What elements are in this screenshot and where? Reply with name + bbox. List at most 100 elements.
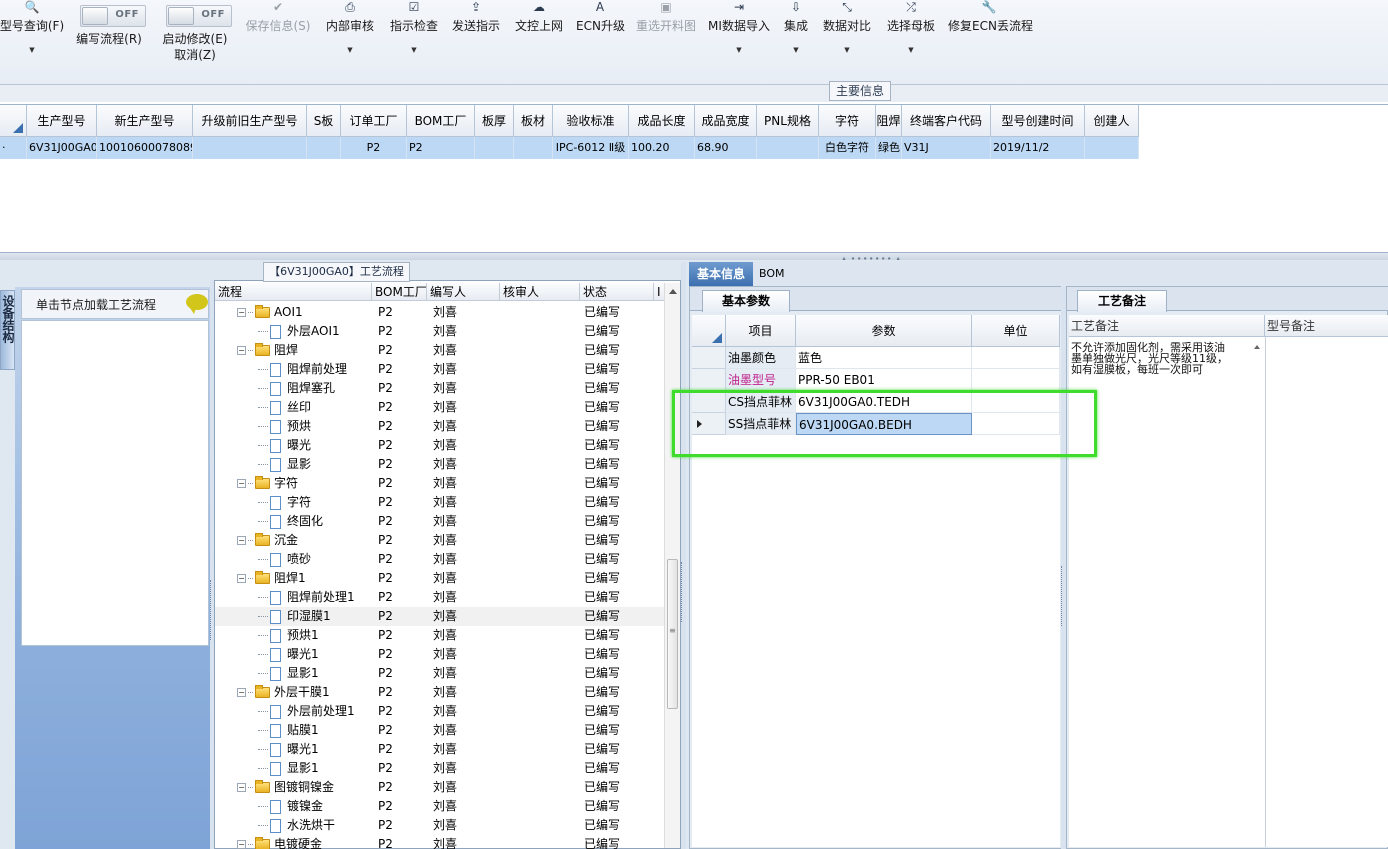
grid-cell[interactable]	[514, 137, 553, 159]
row-indicator[interactable]	[692, 369, 726, 391]
grid-col-header[interactable]: BOM工厂	[407, 105, 475, 137]
tab-basic-info[interactable]: 基本信息	[689, 262, 753, 286]
toggle-knob[interactable]	[82, 7, 108, 25]
grid-cell[interactable]	[1085, 137, 1139, 159]
bp-param-cell[interactable]: 6V31J00GA0.BEDH	[796, 413, 972, 435]
collapse-icon[interactable]: −	[237, 783, 246, 792]
flow-row[interactable]: 显影 P2 刘喜 已编写	[215, 455, 665, 474]
collapse-icon[interactable]: −	[237, 574, 246, 583]
grid-col-header[interactable]: 成品宽度	[695, 105, 757, 137]
flow-row[interactable]: − 字符 P2 刘喜 已编写	[215, 474, 665, 493]
grid-cell[interactable]: 100.20	[629, 137, 695, 159]
dropdown-arrow-icon[interactable]: ▼	[708, 44, 770, 56]
flow-node[interactable]: − 阻焊	[237, 341, 298, 360]
grid-cell[interactable]: 6V31J00GA0	[27, 137, 97, 159]
collapse-icon[interactable]: −	[237, 479, 246, 488]
flow-row[interactable]: 水洗烘干 P2 刘喜 已编写	[215, 816, 665, 835]
grid-cell[interactable]: P2	[407, 137, 475, 159]
bp-row[interactable]: CS挡点菲林 6V31J00GA0.TEDH	[692, 391, 1060, 413]
flow-row[interactable]: 曝光1 P2 刘喜 已编写	[215, 740, 665, 759]
grid-cell[interactable]: 68.90	[695, 137, 757, 159]
grid-col-header[interactable]: 创建人	[1085, 105, 1139, 137]
toolbar-button-13[interactable]: ⤮ 选择母板 ▼	[886, 0, 936, 70]
toolbar-button-4[interactable]: ⎙ 内部审核 ▼	[325, 0, 375, 70]
flow-row[interactable]: 喷砂 P2 刘喜 已编写	[215, 550, 665, 569]
scroll-up-icon[interactable]	[1254, 345, 1260, 349]
remarks-tab[interactable]: 工艺备注	[1077, 290, 1167, 312]
grid-cell[interactable]: 10010600078089	[97, 137, 193, 159]
flow-row[interactable]: 显影1 P2 刘喜 已编写	[215, 664, 665, 683]
grid-col-header[interactable]: 验收标准	[553, 105, 629, 137]
flow-node[interactable]: 终固化	[258, 512, 323, 531]
row-indicator[interactable]	[692, 347, 726, 369]
bp-param-cell[interactable]: PPR-50 EB01	[796, 369, 972, 391]
toolbar-button-14[interactable]: 🔧 修复ECN丢流程	[948, 0, 1033, 70]
bp-col-header[interactable]: 单位	[972, 315, 1060, 347]
collapse-icon[interactable]: −	[237, 840, 246, 849]
toolbar-button-8[interactable]: A ECN升级	[576, 0, 625, 70]
flow-row[interactable]: − 外层干膜1 P2 刘喜 已编写	[215, 683, 665, 702]
grid-col-header[interactable]: 字符	[819, 105, 876, 137]
flow-row[interactable]: 曝光1 P2 刘喜 已编写	[215, 645, 665, 664]
grid-col-header[interactable]: PNL规格	[757, 105, 819, 137]
toggle-knob[interactable]	[168, 7, 194, 25]
grid-col-header[interactable]: 升级前旧生产型号	[193, 105, 307, 137]
flow-row[interactable]: − AOI1 P2 刘喜 已编写	[215, 303, 665, 322]
grid-cell[interactable]: P2	[341, 137, 407, 159]
bp-unit-cell[interactable]	[972, 347, 1060, 369]
grid-cell[interactable]	[193, 137, 307, 159]
flow-node[interactable]: 阻焊塞孔	[258, 379, 335, 398]
flow-row[interactable]: 镀镍金 P2 刘喜 已编写	[215, 797, 665, 816]
flow-row[interactable]: 外层前处理1 P2 刘喜 已编写	[215, 702, 665, 721]
flow-col-header[interactable]: 流程	[215, 283, 372, 300]
toolbar-button-11[interactable]: ⇩ 集成 ▼	[783, 0, 809, 70]
bp-param-cell[interactable]: 6V31J00GA0.TEDH	[796, 391, 972, 413]
flow-row[interactable]: 丝印 P2 刘喜 已编写	[215, 398, 665, 417]
scroll-thumb[interactable]: ≡	[667, 559, 678, 709]
toolbar-button-1[interactable]: OFF 编写流程(R)	[74, 0, 146, 70]
toolbar-button-12[interactable]: ⤡ 数据对比 ▼	[822, 0, 872, 70]
flow-node[interactable]: 显影1	[258, 759, 319, 778]
toolbar-button-5[interactable]: ☑ 指示检查 ▼	[389, 0, 439, 70]
flow-node[interactable]: − AOI1	[237, 303, 303, 322]
flow-row[interactable]: 显影1 P2 刘喜 已编写	[215, 759, 665, 778]
flow-node[interactable]: 阻焊前处理1	[258, 588, 355, 607]
process-remark-text[interactable]: 不允许添加固化剂，需采用该油 墨单独做光尺，光尺等级11级， 如有湿膜板，每班一次即…	[1071, 342, 1253, 375]
toggle-switch[interactable]: OFF	[80, 5, 146, 27]
flow-node[interactable]: 显影1	[258, 664, 319, 683]
grid-col-header[interactable]: 成品长度	[629, 105, 695, 137]
flow-node[interactable]: − 图镀铜镍金	[237, 778, 334, 797]
flow-row[interactable]: − 电镀硬金 P2 刘喜 已编写	[215, 835, 665, 849]
bp-unit-cell[interactable]	[972, 413, 1060, 435]
flow-row[interactable]: 预烘1 P2 刘喜 已编写	[215, 626, 665, 645]
grid-col-header[interactable]: 型号创建时间	[991, 105, 1085, 137]
bp-row[interactable]: 油墨型号 PPR-50 EB01	[692, 369, 1060, 391]
toolbar-button-10[interactable]: ⇥ MI数据导入 ▼	[708, 0, 770, 70]
flow-row[interactable]: 曝光 P2 刘喜 已编写	[215, 436, 665, 455]
grid-col-header[interactable]: 订单工厂	[341, 105, 407, 137]
grid-cell[interactable]: IPC-6012 Ⅱ级	[553, 137, 629, 159]
toolbar-button-0[interactable]: 🔍 型号查询(F) ▼	[0, 0, 68, 70]
bp-unit-cell[interactable]	[972, 369, 1060, 391]
flow-col-header[interactable]: BOM工厂	[372, 283, 427, 300]
grid-col-header[interactable]: 生产型号	[27, 105, 97, 137]
flow-node[interactable]: − 沉金	[237, 531, 298, 550]
flow-col-header[interactable]: 编写人	[427, 283, 500, 300]
flow-row[interactable]: 字符 P2 刘喜 已编写	[215, 493, 665, 512]
grid-col-header[interactable]: 终端客户代码	[902, 105, 991, 137]
flow-col-header[interactable]: 核审人	[500, 283, 580, 300]
scroll-up-icon[interactable]	[669, 289, 677, 294]
bp-row[interactable]: SS挡点菲林 6V31J00GA0.BEDH	[692, 413, 1060, 435]
flow-row[interactable]: − 阻焊 P2 刘喜 已编写	[215, 341, 665, 360]
collapse-icon[interactable]: −	[237, 536, 246, 545]
flow-col-header[interactable]: 状态	[580, 283, 654, 300]
flow-row[interactable]: 阻焊前处理1 P2 刘喜 已编写	[215, 588, 665, 607]
row-indicator[interactable]	[692, 391, 726, 413]
flow-row[interactable]: 预烘 P2 刘喜 已编写	[215, 417, 665, 436]
middle-vertical-splitter[interactable]	[681, 262, 686, 849]
grid-cell[interactable]: 白色字符	[819, 137, 876, 159]
grid-cell[interactable]	[307, 137, 341, 159]
flow-node[interactable]: 丝印	[258, 398, 311, 417]
grid-cell[interactable]: V31J	[902, 137, 991, 159]
dropdown-arrow-icon[interactable]: ▼	[822, 44, 872, 56]
